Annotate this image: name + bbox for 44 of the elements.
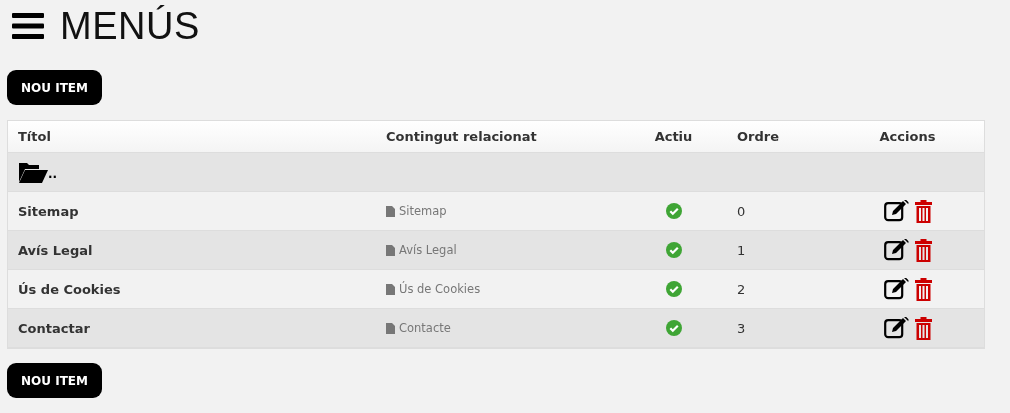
menu-item-title: Ús de Cookies: [18, 281, 121, 297]
parent-folder-row[interactable]: ..: [8, 153, 984, 192]
trash-icon: [914, 238, 932, 262]
order-number: 0: [737, 203, 746, 219]
new-item-button[interactable]: NOU ITEM: [7, 363, 102, 398]
column-header: Actiu: [654, 129, 693, 144]
trash-icon: [914, 316, 932, 340]
related-content: Ús de Cookies: [399, 282, 481, 296]
related-content: Contacte: [399, 321, 451, 335]
delete-button[interactable]: [914, 238, 932, 262]
edit-icon: [883, 317, 909, 339]
delete-button[interactable]: [914, 277, 932, 301]
edit-button[interactable]: [883, 239, 909, 261]
menu-item-title: Avís Legal: [18, 242, 93, 258]
edit-icon: [883, 200, 909, 222]
parent-folder-label[interactable]: ..: [48, 167, 58, 181]
order-number: 1: [737, 242, 746, 258]
related-content: Avís Legal: [399, 243, 457, 257]
edit-button[interactable]: [883, 278, 909, 300]
trash-icon: [914, 199, 932, 223]
document-icon: [386, 322, 395, 334]
order-number: 3: [737, 320, 746, 336]
document-icon: [386, 244, 395, 256]
delete-button[interactable]: [914, 199, 932, 223]
document-icon: [386, 283, 395, 295]
edit-icon: [883, 239, 909, 261]
folder-icon[interactable]: [18, 161, 48, 183]
edit-icon: [883, 278, 909, 300]
new-item-button[interactable]: NOU ITEM: [7, 70, 102, 105]
column-header: Accions: [879, 129, 936, 144]
menu-icon[interactable]: [12, 13, 44, 39]
column-header: Ordre: [737, 129, 779, 144]
column-header: Contingut relacionat: [386, 129, 537, 144]
delete-button[interactable]: [914, 316, 932, 340]
menu-item-title: Sitemap: [18, 203, 79, 219]
related-content: Sitemap: [399, 204, 447, 218]
page-title: MENÚS: [60, 4, 200, 48]
order-number: 2: [737, 281, 746, 297]
column-header: Títol: [18, 129, 51, 144]
trash-icon: [914, 277, 932, 301]
edit-button[interactable]: [883, 317, 909, 339]
edit-button[interactable]: [883, 200, 909, 222]
menu-item-title: Contactar: [18, 320, 90, 336]
document-icon: [386, 205, 395, 217]
